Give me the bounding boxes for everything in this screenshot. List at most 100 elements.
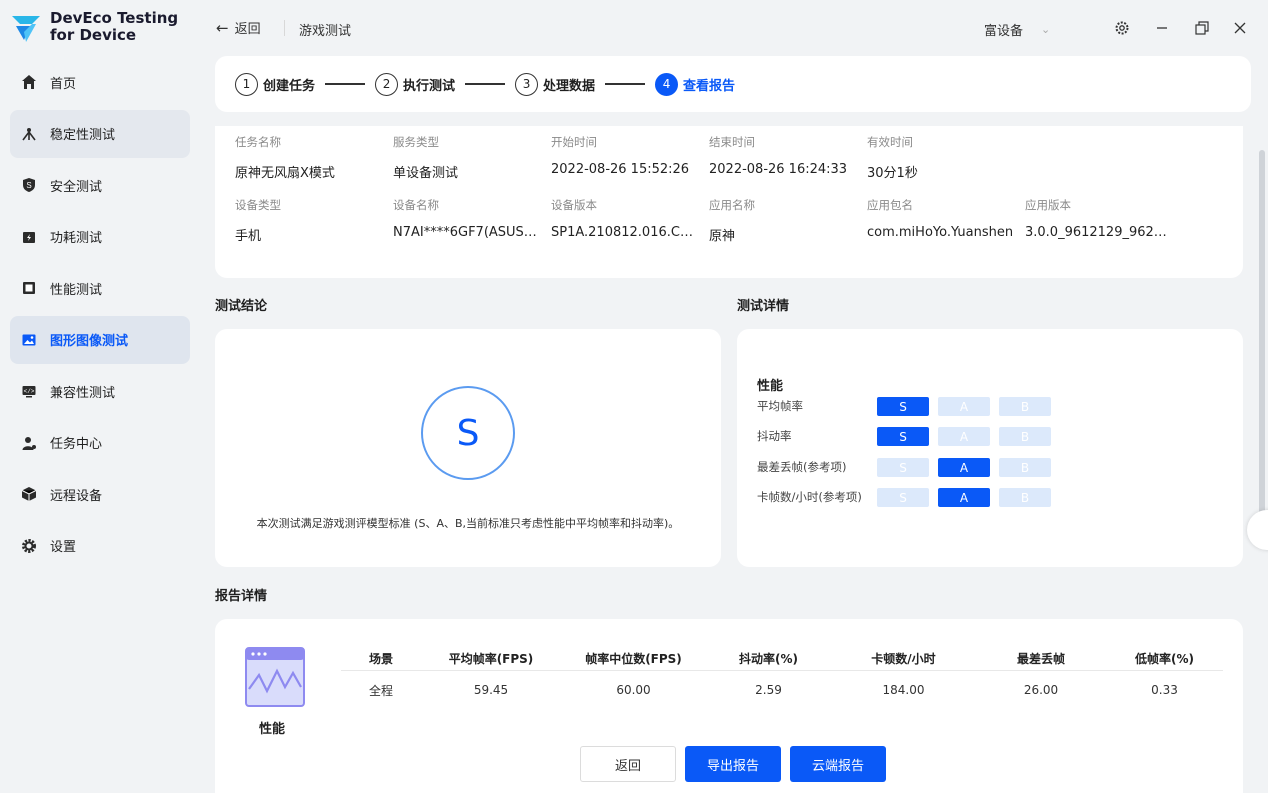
info-value: 3.0.0_9612129_962… (1025, 225, 1167, 240)
export-report-button[interactable]: 导出报告 (685, 746, 781, 782)
back-button[interactable]: 返回 (580, 746, 676, 782)
table-cell: 2.59 (755, 683, 782, 697)
info-value: 2022-08-26 15:52:26 (551, 162, 690, 177)
table-cell: 0.33 (1151, 683, 1178, 697)
grade-chips: S A B (877, 458, 1060, 477)
shield-icon: S (20, 176, 38, 194)
overall-grade-badge: S (421, 386, 515, 480)
report-content: 任务名称 原神无风扇X模式 服务类型 单设备测试 开始时间 2022-08-26… (200, 126, 1268, 793)
info-key: 应用包名 (867, 198, 913, 212)
sidebar-item-label: 首页 (50, 76, 77, 92)
grade-chip: A (938, 488, 990, 507)
device-select[interactable]: 富设备 ⌄ (984, 20, 1050, 39)
info-key: 设备名称 (393, 198, 439, 212)
step-create-task: 1 创建任务 (235, 72, 316, 96)
sidebar-item-stability[interactable]: 稳定性测试 (10, 109, 190, 158)
info-app-name: 应用名称 原神 (709, 197, 864, 244)
sidebar-item-label: 兼容性测试 (50, 385, 116, 401)
info-key: 有效时间 (867, 135, 913, 149)
device-select-value: 富设备 (984, 24, 1024, 39)
info-device-version: 设备版本 SP1A.210812.016.C… (551, 197, 706, 240)
info-key: 应用名称 (709, 198, 755, 212)
sidebar-item-tasks[interactable]: 任务中心 (10, 419, 190, 467)
user-task-icon (20, 434, 38, 452)
table-cell: 184.00 (882, 683, 925, 697)
grade-chip: S (877, 488, 929, 507)
info-key: 设备类型 (235, 198, 281, 212)
info-value: SP1A.210812.016.C… (551, 225, 693, 240)
details-card: 性能 平均帧率 S A B 抖动率 S A B 最差丢帧(参考项) S A B (737, 329, 1243, 567)
close-button[interactable] (1230, 18, 1250, 38)
grade-chips: S A B (877, 488, 1060, 507)
metric-label: 抖动率 (757, 429, 792, 443)
sidebar-item-home[interactable]: 首页 (10, 58, 190, 106)
info-valid-time: 有效时间 30分1秒 (867, 134, 1022, 181)
conclusion-card: S 本次测试满足游戏测评模型标准 (S、A、B,当前标准只考虑性能中平均帧率和抖… (215, 329, 721, 567)
info-value: 2022-08-26 16:24:33 (709, 162, 848, 177)
table-cell: 26.00 (1023, 683, 1059, 697)
app-title-line1: DevEco Testing (50, 9, 179, 27)
cloud-report-button[interactable]: 云端报告 (790, 746, 886, 782)
sidebar-item-performance[interactable]: 性能测试 (10, 264, 190, 312)
power-icon (20, 228, 38, 246)
step-number: 4 (655, 72, 679, 96)
info-value: N7AI****6GF7(ASUS… (393, 225, 537, 240)
step-number: 2 (375, 72, 399, 96)
metric-row: 平均帧率 S A B (757, 397, 1057, 417)
sidebar-item-security[interactable]: S 安全测试 (10, 161, 190, 209)
stability-icon (20, 125, 38, 143)
deveco-logo-icon (12, 16, 40, 42)
column-header: 抖动率(%) (739, 652, 798, 666)
restore-icon (1195, 21, 1209, 35)
sidebar-nav: 首页 稳定性测试 S 安全测试 功耗测试 性能测试 图形图像测试 </> 兼容性… (10, 58, 190, 573)
conclusion-title: 测试结论 (215, 299, 268, 314)
report-title: 报告详情 (215, 589, 268, 604)
sidebar-item-compat[interactable]: </> 兼容性测试 (10, 367, 190, 415)
grade-chip: A (938, 397, 990, 416)
column-header: 低帧率(%) (1135, 652, 1194, 666)
app-brand: DevEco Testing for Device (10, 10, 178, 44)
details-section-title: 性能 (757, 379, 784, 394)
column-header: 最差丢帧 (1016, 652, 1065, 666)
step-label: 创建任务 (263, 78, 316, 94)
sidebar-item-remote[interactable]: 远程设备 (10, 470, 190, 518)
grade-chip: B (999, 458, 1051, 477)
details-title: 测试详情 (737, 299, 790, 314)
step-process-data: 3 处理数据 (515, 72, 595, 96)
info-key: 结束时间 (709, 135, 755, 149)
info-task-name: 任务名称 原神无风扇X模式 (235, 134, 390, 181)
step-view-report: 4 查看报告 (655, 72, 736, 96)
back-link[interactable]: ← 返回 (216, 18, 261, 38)
grade-chips: S A B (877, 427, 1060, 446)
grade-chip: B (999, 488, 1051, 507)
sidebar-item-label: 任务中心 (50, 437, 103, 452)
progress-stepper: 1 创建任务 2 执行测试 3 处理数据 4 查看报告 (215, 56, 1251, 112)
sidebar-item-label: 功耗测试 (50, 231, 103, 246)
breadcrumb: 游戏测试 (299, 24, 352, 39)
sidebar-item-label: 设置 (50, 540, 77, 555)
top-bar: ← 返回 游戏测试 富设备 ⌄ (200, 0, 1268, 56)
table-cell: 全程 (368, 683, 393, 698)
sidebar-item-power[interactable]: 功耗测试 (10, 213, 190, 261)
column-header: 帧率中位数(FPS) (585, 652, 682, 666)
info-key: 任务名称 (235, 135, 281, 149)
content-scrollbar[interactable] (1259, 150, 1265, 530)
info-value: 单设备测试 (393, 166, 459, 181)
sidebar-item-graphics[interactable]: 图形图像测试 (10, 315, 190, 364)
restore-button[interactable] (1192, 18, 1212, 38)
step-label: 查看报告 (683, 78, 736, 94)
step-execute-test: 2 执行测试 (375, 72, 455, 96)
svg-text:S: S (26, 181, 31, 190)
metric-row: 抖动率 S A B (757, 427, 1057, 447)
metric-row: 卡帧数/小时(参考项) S A B (757, 488, 1057, 508)
minimize-button[interactable] (1152, 18, 1172, 38)
sidebar-item-settings[interactable]: 设置 (10, 522, 190, 570)
info-value: 手机 (235, 229, 262, 244)
settings-gear-button[interactable] (1112, 18, 1132, 38)
back-label: 返回 (234, 22, 261, 37)
performance-chart-icon (245, 647, 305, 707)
info-value: 原神无风扇X模式 (235, 166, 335, 181)
compat-icon: </> (20, 382, 38, 400)
header-divider (284, 20, 285, 36)
step-connector (465, 83, 506, 85)
